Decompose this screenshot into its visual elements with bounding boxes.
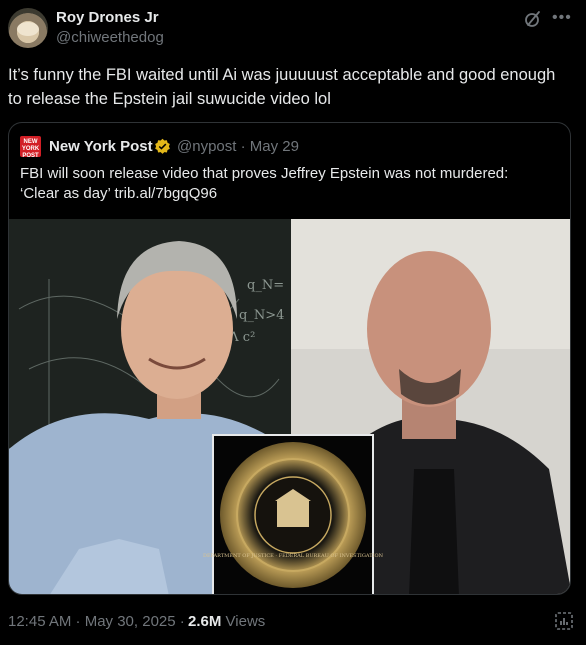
analytics-icon[interactable]	[555, 611, 573, 631]
tweet-timestamp[interactable]: 12:45 AM · May 30, 2025 ·	[8, 613, 185, 630]
tweet-text: It’s funny the FBI waited until Ai was j…	[8, 66, 556, 108]
nypost-logo-text: NEW YORK POST	[21, 139, 40, 159]
author-handle[interactable]: @chiweethedog	[56, 29, 164, 46]
grok-icon[interactable]	[524, 10, 542, 28]
quote-handle-date[interactable]: @nypost · May 29	[177, 138, 299, 155]
quote-text: FBI will soon release video that proves …	[20, 165, 509, 202]
avatar[interactable]	[8, 8, 48, 48]
verified-icon	[155, 138, 170, 154]
nypost-logo: NEW YORK POST	[20, 136, 41, 159]
more-icon[interactable]: •••	[552, 9, 572, 27]
author-name[interactable]: Roy Drones Jr	[56, 9, 159, 26]
views-count: 2.6M	[188, 613, 222, 630]
board-text-1: q_N=	[247, 278, 284, 293]
quote-image[interactable]: q_N= q_N>4 √Λ c² DEPARTMENT OF JUSTICE ·…	[9, 219, 571, 595]
board-text-2: q_N>4	[239, 308, 284, 323]
quote-tweet-card[interactable]: NEW YORK POST New York Post @nypost · Ma…	[8, 122, 571, 595]
quote-author-name[interactable]: New York Post	[49, 138, 153, 155]
views: 2.6M Views	[188, 613, 265, 630]
seal-text: DEPARTMENT OF JUSTICE · FEDERAL BUREAU O…	[203, 553, 384, 559]
views-label: Views	[225, 613, 266, 630]
